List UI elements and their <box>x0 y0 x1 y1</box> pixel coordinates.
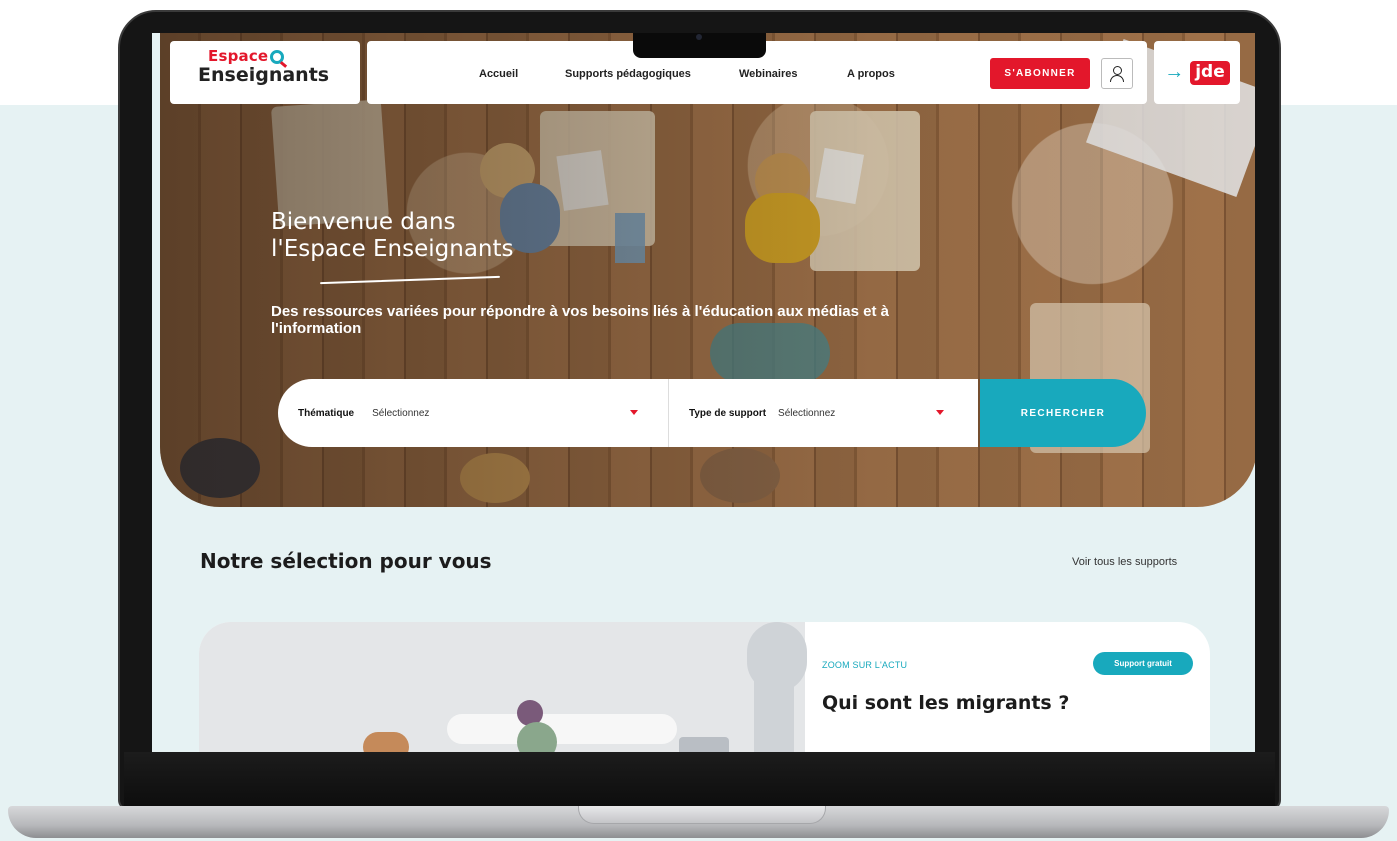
theme-select[interactable]: Thématique Sélectionnez <box>298 379 658 447</box>
type-label: Type de support <box>689 407 767 419</box>
search-bar: Thématique Sélectionnez Type de support … <box>278 379 978 447</box>
hero-subtitle: Des ressources variées pour répondre à v… <box>271 303 889 337</box>
free-badge: Support gratuit <box>1093 652 1193 675</box>
nav-item-webinaires[interactable]: Webinaires <box>739 68 798 80</box>
logo-top-text: Espace <box>208 47 269 65</box>
nav-item-accueil[interactable]: Accueil <box>479 68 518 80</box>
nav-item-apropos[interactable]: A propos <box>847 68 895 80</box>
type-select[interactable]: Type de support Sélectionnez <box>689 379 969 447</box>
laptop-groove <box>578 806 826 824</box>
account-button[interactable] <box>1101 58 1133 89</box>
hero-title: Bienvenue dans l'Espace Enseignants <box>271 209 514 262</box>
search-button[interactable]: RECHERCHER <box>980 379 1146 447</box>
subscribe-button[interactable]: S'ABONNER <box>990 58 1090 89</box>
section-title: Notre sélection pour vous <box>200 549 492 573</box>
theme-label: Thématique <box>298 407 355 419</box>
camera-icon <box>696 34 702 40</box>
caret-down-icon[interactable] <box>936 410 944 415</box>
see-all-link[interactable]: Voir tous les supports <box>1072 556 1177 568</box>
magnifier-icon <box>270 49 285 64</box>
caret-down-icon[interactable] <box>630 410 638 415</box>
logo-bottom-text: Enseignants <box>198 64 330 86</box>
card-category: ZOOM SUR L'ACTU <box>822 660 908 670</box>
jde-logo: jde <box>1190 60 1230 85</box>
theme-value: Sélectionnez <box>372 407 430 419</box>
card-title[interactable]: Qui sont les migrants ? <box>822 692 1069 714</box>
card-illustration <box>199 622 807 752</box>
laptop-screen: Bienvenue dans l'Espace Enseignants Des … <box>152 33 1255 752</box>
hero-banner: Bienvenue dans l'Espace Enseignants Des … <box>160 33 1255 507</box>
arrow-right-icon: → <box>1164 61 1185 83</box>
resource-card[interactable]: ZOOM SUR L'ACTU Support gratuit Qui sont… <box>199 622 1210 752</box>
laptop-bezel <box>124 752 1275 810</box>
nav-item-supports[interactable]: Supports pédagogiques <box>565 68 691 80</box>
type-value: Sélectionnez <box>778 407 836 419</box>
user-icon <box>1112 66 1122 75</box>
search-divider <box>668 379 669 447</box>
partner-link[interactable]: → jde <box>1154 41 1240 104</box>
site-logo[interactable]: Espace Enseignants <box>170 41 360 104</box>
